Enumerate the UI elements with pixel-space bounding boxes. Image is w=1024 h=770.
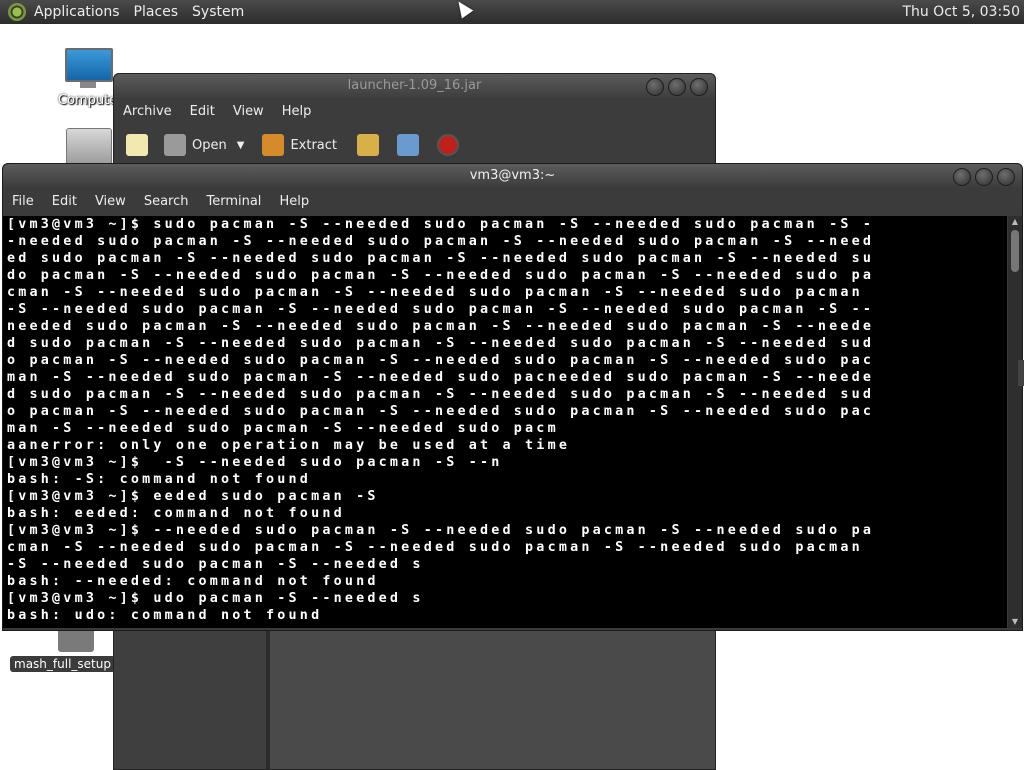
applications-menu[interactable]: Applications <box>32 4 128 20</box>
archive-menu-view[interactable]: View <box>224 104 273 119</box>
system-menu[interactable]: System <box>190 4 252 20</box>
terminal-output[interactable]: [vm3@vm3 ~]$ sudo pacman -S --needed sud… <box>3 216 1007 628</box>
stop-icon[interactable] <box>437 134 459 156</box>
terminal-line: needed sudo pacman -S --needed sudo pacm… <box>7 319 875 334</box>
terminal-line: man -S --needed sudo pacman -S --needed … <box>7 421 559 436</box>
distro-logo-icon[interactable] <box>8 3 26 21</box>
archive-menu-edit[interactable]: Edit <box>181 104 224 119</box>
extract-icon[interactable] <box>262 134 285 156</box>
extract-button[interactable]: Extract <box>290 138 337 153</box>
terminal-line: cman -S --needed sudo pacman -S --needed… <box>7 540 863 555</box>
maximize-icon[interactable] <box>668 78 686 96</box>
terminal-menu-file[interactable]: File <box>3 194 43 209</box>
minimize-icon[interactable] <box>953 168 971 186</box>
terminal-line: -needed sudo pacman -S --needed sudo pac… <box>7 234 875 249</box>
terminal-line: [vm3@vm3 ~]$ -S --needed sudo pacman -S … <box>7 455 503 470</box>
terminal-line: bash: --needed: command not found <box>7 574 379 589</box>
terminal-window: vm3@vm3:~ File Edit View Search Terminal… <box>2 163 1023 631</box>
add-files-icon[interactable] <box>357 134 379 156</box>
open-button[interactable]: Open <box>192 138 227 153</box>
terminal-menu-search[interactable]: Search <box>135 194 198 209</box>
terminal-line: bash: eeded: command not found <box>7 506 345 521</box>
terminal-line: [vm3@vm3 ~]$ udo pacman -S --needed s <box>7 591 424 606</box>
scroll-up-icon[interactable]: ▲ <box>1008 216 1022 228</box>
panel-clock[interactable]: Thu Oct 5, 03:50 <box>902 0 1020 24</box>
terminal-line: [vm3@vm3 ~]$ --needed sudo pacman -S --n… <box>7 523 875 538</box>
terminal-line: o pacman -S --needed sudo pacman -S --ne… <box>7 353 875 368</box>
terminal-line: do pacman -S --needed sudo pacman -S --n… <box>7 268 875 283</box>
terminal-menu-terminal[interactable]: Terminal <box>197 194 270 209</box>
new-archive-icon[interactable] <box>126 134 148 156</box>
computer-desktop-icon[interactable] <box>63 46 113 90</box>
archive-menu-archive[interactable]: Archive <box>114 104 181 119</box>
archive-menu-help[interactable]: Help <box>273 104 321 119</box>
mash-setup-label[interactable]: mash_full_setup <box>10 656 115 672</box>
terminal-line: ed sudo pacman -S --needed sudo pacman -… <box>7 251 875 266</box>
terminal-line: o pacman -S --needed sudo pacman -S --ne… <box>7 404 875 419</box>
places-menu[interactable]: Places <box>132 4 187 20</box>
terminal-line: man -S --needed sudo pacman -S --needed … <box>7 370 875 385</box>
terminal-line: d sudo pacman -S --needed sudo pacman -S… <box>7 387 875 402</box>
close-icon[interactable] <box>690 78 708 96</box>
terminal-line: bash: -S: command not found <box>7 472 312 487</box>
open-dropdown-icon[interactable]: ▼ <box>237 140 245 151</box>
scroll-down-icon[interactable]: ▼ <box>1008 616 1022 628</box>
terminal-line: -S --needed sudo pacman -S --needed s <box>7 557 424 572</box>
terminal-menu-view[interactable]: View <box>86 194 135 209</box>
terminal-line: [vm3@vm3 ~]$ eeded sudo pacman -S <box>7 489 379 504</box>
terminal-line: aanerror: only one operation may be used… <box>7 438 571 453</box>
terminal-menu-edit[interactable]: Edit <box>43 194 86 209</box>
terminal-line: bash: udo: command not found <box>7 608 323 623</box>
archive-window-title: launcher-1.09_16.jar <box>347 78 482 93</box>
terminal-line: d sudo pacman -S --needed sudo pacman -S… <box>7 336 875 351</box>
minimize-icon[interactable] <box>646 78 664 96</box>
terminal-line: -S --needed sudo pacman -S --needed sudo… <box>7 302 875 317</box>
terminal-line: [vm3@vm3 ~]$ sudo pacman -S --needed sud… <box>7 217 875 232</box>
terminal-window-title: vm3@vm3:~ <box>469 168 556 183</box>
archive-titlebar[interactable]: launcher-1.09_16.jar <box>114 74 715 98</box>
maximize-icon[interactable] <box>975 168 993 186</box>
terminal-menubar: File Edit View Search Terminal Help <box>3 188 1022 214</box>
terminal-line: cman -S --needed sudo pacman -S --needed… <box>7 285 863 300</box>
offscreen-window-edge <box>1018 360 1024 386</box>
top-panel: Applications Places System Thu Oct 5, 03… <box>0 0 1024 24</box>
archive-toolbar: Open ▼ Extract <box>114 124 715 167</box>
terminal-scrollbar[interactable]: ▲ ▼ <box>1008 216 1022 628</box>
open-icon[interactable] <box>164 134 186 156</box>
scroll-thumb[interactable] <box>1011 230 1019 272</box>
archive-menubar: Archive Edit View Help <box>114 98 715 124</box>
home-folder-icon[interactable] <box>66 128 112 166</box>
monitor-icon <box>65 48 113 82</box>
terminal-titlebar[interactable]: vm3@vm3:~ <box>3 164 1022 188</box>
terminal-menu-help[interactable]: Help <box>270 194 318 209</box>
close-icon[interactable] <box>997 168 1015 186</box>
add-folder-icon[interactable] <box>397 134 419 156</box>
